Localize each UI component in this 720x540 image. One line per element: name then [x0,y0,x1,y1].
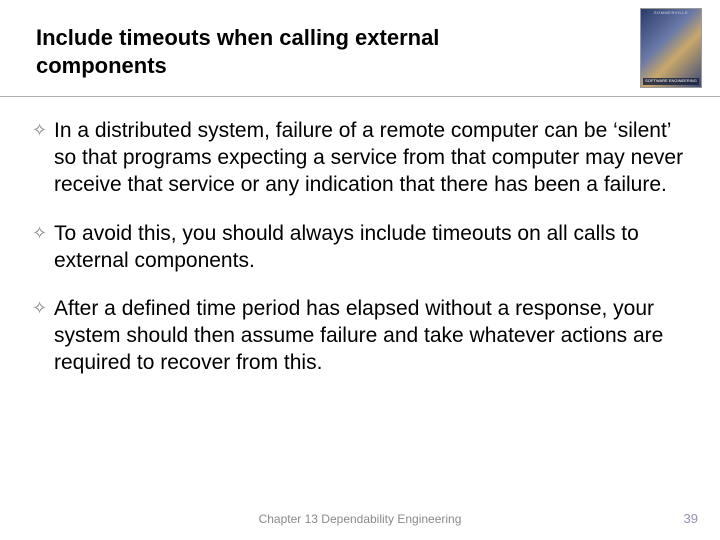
list-item: ✧ After a defined time period has elapse… [32,296,688,377]
bullet-text: After a defined time period has elapsed … [54,296,688,377]
bullet-icon: ✧ [32,221,54,246]
book-cover-thumbnail: SOMMERVILLE SOFTWARE ENGINEERING [640,8,702,88]
slide: Include timeouts when calling external c… [0,0,720,540]
book-author: SOMMERVILLE [643,11,699,15]
footer-chapter: Chapter 13 Dependability Engineering [0,512,720,526]
slide-title: Include timeouts when calling external c… [36,24,536,79]
body-content: ✧ In a distributed system, failure of a … [32,118,688,399]
bullet-icon: ✧ [32,296,54,321]
list-item: ✧ In a distributed system, failure of a … [32,118,688,199]
bullet-icon: ✧ [32,118,54,143]
list-item: ✧ To avoid this, you should always inclu… [32,221,688,275]
bullet-text: To avoid this, you should always include… [54,221,688,275]
header-divider [0,96,720,97]
book-title: SOFTWARE ENGINEERING [643,78,699,85]
bullet-text: In a distributed system, failure of a re… [54,118,688,199]
page-number: 39 [684,511,698,526]
